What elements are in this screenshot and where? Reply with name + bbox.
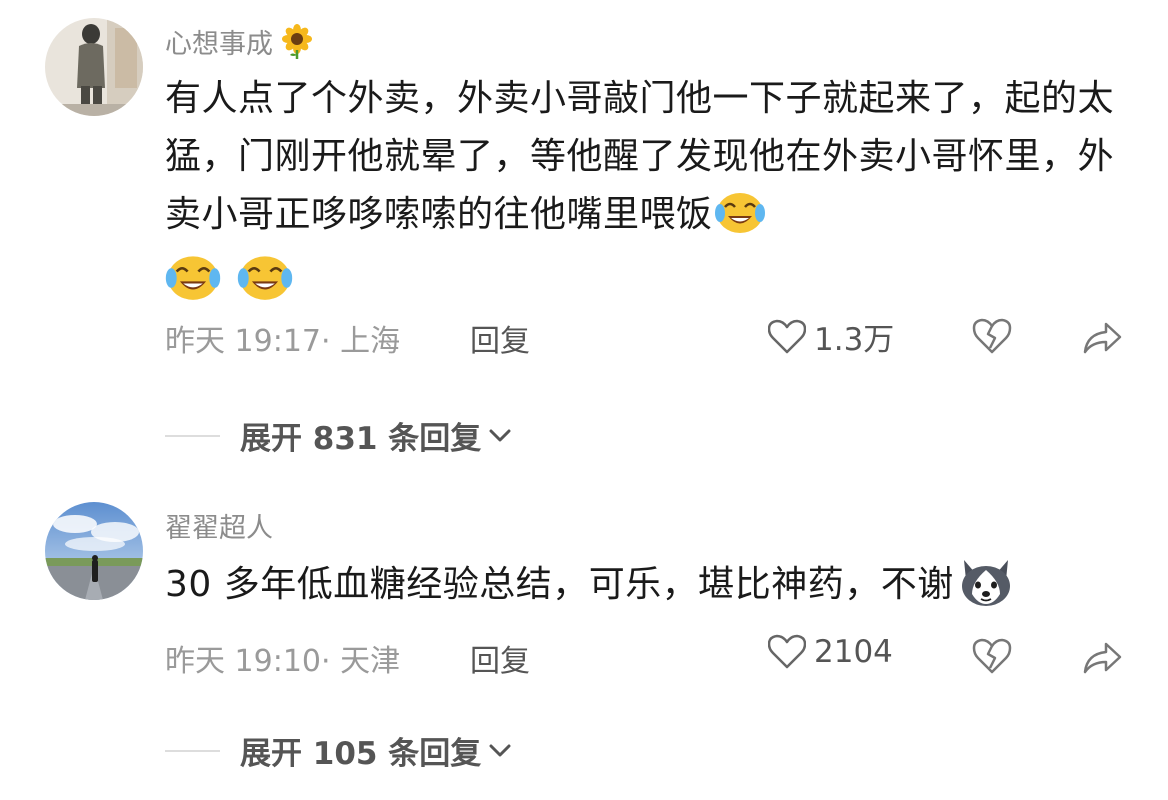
husky-dog-emoji xyxy=(961,560,1010,606)
divider-line xyxy=(165,749,220,752)
crying-laughing-emoji xyxy=(237,256,293,300)
expand-replies-button[interactable]: 展开 105 条回复 xyxy=(165,728,513,773)
broken-heart-icon[interactable] xyxy=(972,316,1012,356)
comment-text-content: 有人点了个外卖，外卖小哥敲门他一下子就起来了，起的太猛，门刚开他就晕了，等他醒了… xyxy=(165,78,1115,235)
username-text: 心想事成 xyxy=(165,29,273,60)
expand-replies-label: 展开 105 条回复 xyxy=(240,736,482,772)
divider-line xyxy=(165,434,220,437)
like-button[interactable]: 2104 xyxy=(768,634,893,670)
username-text: 翟翟超人 xyxy=(165,513,273,544)
comment-text: 有人点了个外卖，外卖小哥敲门他一下子就起来了，起的太猛，门刚开他就晕了，等他醒了… xyxy=(165,70,1115,302)
expand-replies-label: 展开 831 条回复 xyxy=(240,421,482,457)
chevron-down-icon xyxy=(489,429,511,441)
comment-item: 翟翟超人 30 多年低血糖经验总结，可乐，堪比神药，不谢 昨天 19:10· 天… xyxy=(0,470,1168,800)
avatar-image xyxy=(45,502,143,600)
heart-icon xyxy=(768,634,806,669)
like-button[interactable]: 1.3万 xyxy=(768,314,894,359)
avatar[interactable] xyxy=(45,502,143,600)
reply-button[interactable]: 回复 xyxy=(470,636,530,680)
crying-laughing-emoji xyxy=(714,193,765,233)
broken-heart-icon[interactable] xyxy=(972,636,1012,676)
chevron-down-icon xyxy=(489,744,511,756)
heart-icon xyxy=(768,319,806,353)
avatar-image xyxy=(45,18,143,116)
expand-replies-button[interactable]: 展开 831 条回复 xyxy=(165,413,513,458)
share-icon[interactable] xyxy=(1082,318,1122,358)
sunflower-icon xyxy=(282,23,312,59)
username[interactable]: 翟翟超人 xyxy=(165,506,273,545)
comment-list: 心想事成 有人点了个外卖，外卖小哥敲门他一下子就起来了，起的太猛，门刚开他就晕了… xyxy=(0,0,1168,800)
comment-meta: 昨天 19:10· 天津 xyxy=(165,644,401,679)
reply-button[interactable]: 回复 xyxy=(470,316,530,360)
comment-text-content: 30 多年低血糖经验总结，可乐，堪比神药，不谢 xyxy=(165,564,954,605)
like-count: 2104 xyxy=(814,634,893,670)
like-count: 1.3万 xyxy=(814,322,895,358)
avatar[interactable] xyxy=(45,18,143,116)
comment-meta: 昨天 19:17· 上海 xyxy=(165,324,401,359)
share-icon[interactable] xyxy=(1082,638,1122,678)
comment-item: 心想事成 有人点了个外卖，外卖小哥敲门他一下子就起来了，起的太猛，门刚开他就晕了… xyxy=(0,0,1168,470)
username[interactable]: 心想事成 xyxy=(165,22,315,61)
comment-text: 30 多年低血糖经验总结，可乐，堪比神药，不谢 xyxy=(165,556,1115,614)
crying-laughing-emoji xyxy=(165,256,221,300)
